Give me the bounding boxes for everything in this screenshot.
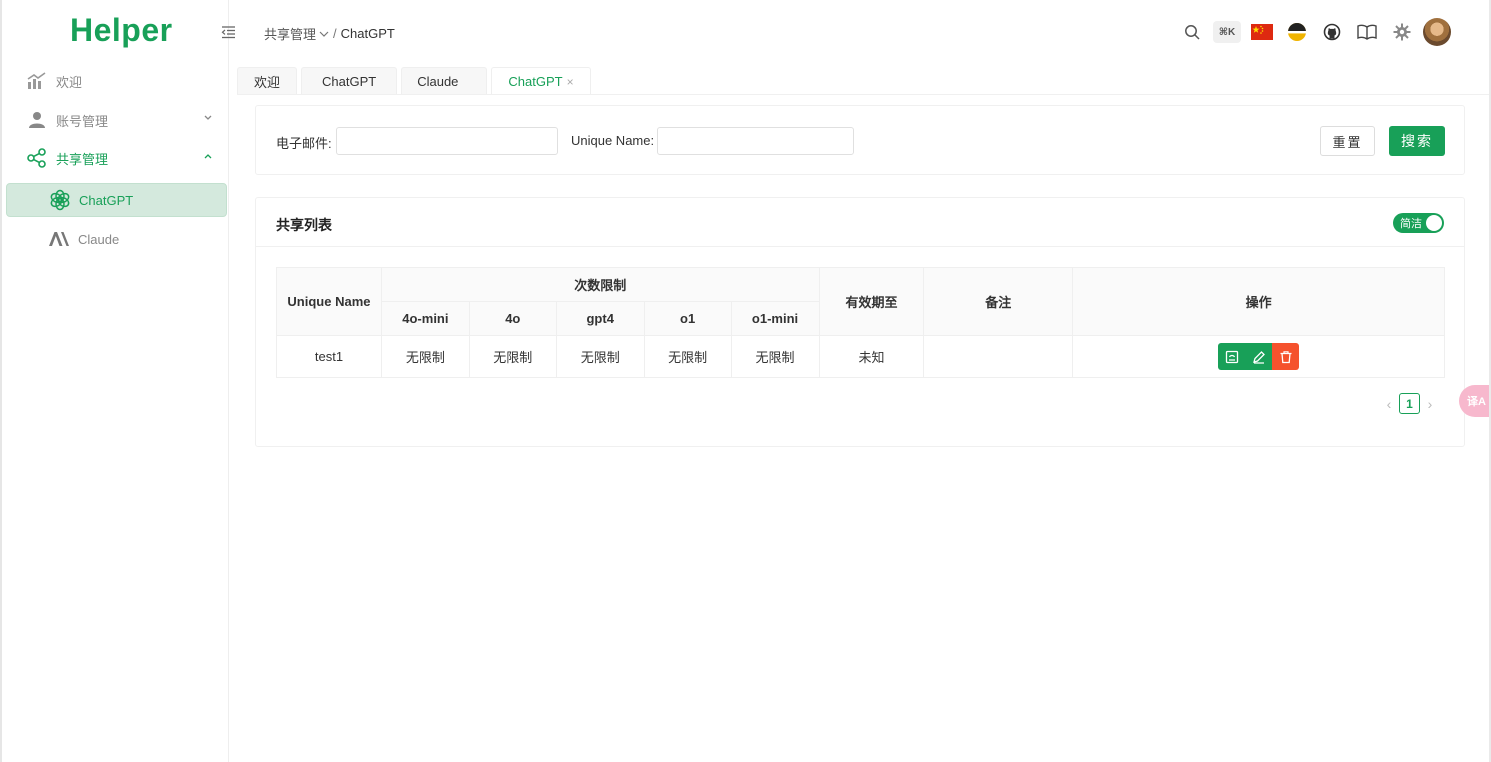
unique-name-field[interactable]: [657, 127, 854, 155]
docs-book-icon[interactable]: [1353, 18, 1381, 46]
sidebar-item-share[interactable]: 共享管理: [6, 141, 227, 175]
trash-icon: [1280, 350, 1292, 363]
column-header-o1: o1: [643, 301, 732, 336]
tab-chatgpt[interactable]: ChatGPT: [301, 67, 398, 95]
avatar: [1423, 18, 1451, 46]
toggle-knob: [1426, 215, 1442, 231]
user-icon: [26, 109, 48, 131]
row-action-group: [1218, 343, 1300, 370]
search-icon[interactable]: [1178, 18, 1206, 46]
sidebar-item-label: 欢迎: [56, 74, 83, 90]
list-header: 共享列表 简洁: [256, 198, 1464, 247]
breadcrumb: 共享管理 / ChatGPT: [264, 24, 395, 43]
page-tabs: 欢迎 ChatGPT Claude ChatGPT ×: [237, 67, 595, 95]
breadcrumb-separator: /: [333, 26, 337, 41]
share-icon: [26, 147, 48, 169]
tab-claude[interactable]: Claude: [401, 67, 488, 95]
cell-limit-o1-mini: 无限制: [730, 335, 820, 378]
command-palette-button[interactable]: ⌘K: [1213, 18, 1241, 46]
chevron-down-icon[interactable]: [319, 30, 329, 38]
cell-limit-4o-mini: 无限制: [380, 335, 470, 378]
sidebar-item-chatgpt[interactable]: ChatGPT: [6, 183, 227, 217]
column-header-actions: 操作: [1072, 267, 1445, 336]
table-row: test1 无限制 无限制 无限制 无限制 无限制 未知: [276, 335, 1445, 378]
chart-trend-icon: [26, 70, 48, 92]
cell-limit-gpt4: 无限制: [555, 335, 645, 378]
github-icon[interactable]: [1318, 18, 1346, 46]
tab-label: ChatGPT: [322, 74, 377, 89]
list-title: 共享列表: [276, 217, 332, 233]
sidebar-item-claude[interactable]: Claude: [6, 222, 227, 256]
sidebar-item-label: Claude: [78, 231, 120, 247]
column-header-4o-mini: 4o-mini: [380, 301, 470, 336]
theme-toggle-icon[interactable]: [1283, 18, 1311, 46]
reset-button[interactable]: 重置: [1320, 126, 1375, 156]
translate-float-button[interactable]: 译A: [1459, 385, 1491, 417]
filter-panel: 电子邮件: Unique Name: 重置 搜索: [255, 105, 1465, 175]
cell-remark: [923, 335, 1074, 378]
unique-name-label: Unique Name:: [571, 133, 655, 148]
header-toolbar: ⌘K: [1171, 18, 1451, 46]
chevron-up-icon: [204, 154, 212, 159]
cell-limit-4o: 无限制: [468, 335, 557, 378]
page-number-button[interactable]: 1: [1399, 393, 1420, 414]
delete-button[interactable]: [1272, 343, 1300, 370]
tab-label: 欢迎: [254, 75, 281, 90]
compact-toggle[interactable]: 简洁: [1393, 213, 1444, 233]
sidebar: Helper 欢迎 账号管理 共享管理 ChatGPT Claude: [0, 0, 229, 762]
edit-button[interactable]: [1245, 343, 1273, 370]
column-header-gpt4: gpt4: [555, 301, 645, 336]
tab-welcome[interactable]: 欢迎: [237, 67, 298, 95]
cell-limit-o1: 无限制: [643, 335, 732, 378]
column-header-expires: 有效期至: [818, 267, 925, 336]
settings-gear-icon[interactable]: [1388, 18, 1416, 46]
anthropic-icon: [48, 228, 70, 250]
openai-icon: [49, 189, 71, 211]
column-header-remark: 备注: [923, 267, 1074, 336]
sidebar-item-label: ChatGPT: [79, 192, 134, 208]
prev-page-button[interactable]: ‹: [1379, 396, 1399, 412]
tab-label: Claude: [417, 74, 459, 89]
pagination: ‹ 1 ›: [1379, 393, 1440, 414]
breadcrumb-current: ChatGPT: [340, 26, 395, 41]
app-logo: Helper: [70, 12, 173, 48]
chevron-down-icon: [204, 115, 212, 120]
email-field[interactable]: [336, 127, 558, 155]
cell-unique-name: test1: [276, 335, 382, 378]
tab-label: ChatGPT: [508, 74, 563, 89]
shortcut-hint: ⌘K: [1213, 21, 1241, 43]
email-label: 电子邮件:: [276, 136, 332, 151]
sidebar-item-welcome[interactable]: 欢迎: [6, 64, 227, 98]
cell-expires: 未知: [818, 335, 925, 378]
search-button[interactable]: 搜索: [1389, 126, 1445, 156]
share-list-panel: 共享列表 简洁 Unique Name 次数限制 有效期至 备注 操作 4o-m…: [255, 197, 1465, 447]
share-table: Unique Name 次数限制 有效期至 备注 操作 4o-mini 4o g…: [276, 267, 1445, 378]
next-page-button[interactable]: ›: [1420, 396, 1440, 412]
view-button[interactable]: [1218, 343, 1246, 370]
sidebar-item-label: 账号管理: [56, 113, 109, 129]
edit-pencil-icon: [1252, 350, 1265, 364]
tab-chatgpt-active[interactable]: ChatGPT ×: [491, 67, 591, 95]
sidebar-item-label: 共享管理: [56, 151, 109, 167]
translate-icon: 译A: [1467, 396, 1486, 408]
column-header-o1-mini: o1-mini: [730, 301, 820, 336]
cell-actions: [1072, 335, 1445, 378]
sidebar-item-accounts[interactable]: 账号管理: [6, 103, 227, 137]
column-header-limit-group: 次数限制: [380, 267, 820, 302]
toggle-label: 简洁: [1400, 218, 1422, 230]
menu-collapse-icon[interactable]: [221, 25, 236, 39]
close-icon[interactable]: ×: [567, 75, 574, 89]
tabs-divider: [237, 94, 1491, 95]
user-avatar[interactable]: [1423, 18, 1451, 46]
column-header-4o: 4o: [468, 301, 557, 336]
column-header-unique-name: Unique Name: [276, 267, 382, 336]
view-detail-icon: [1225, 350, 1238, 363]
language-flag-cn-icon[interactable]: [1248, 18, 1276, 46]
breadcrumb-parent[interactable]: 共享管理: [264, 24, 316, 43]
